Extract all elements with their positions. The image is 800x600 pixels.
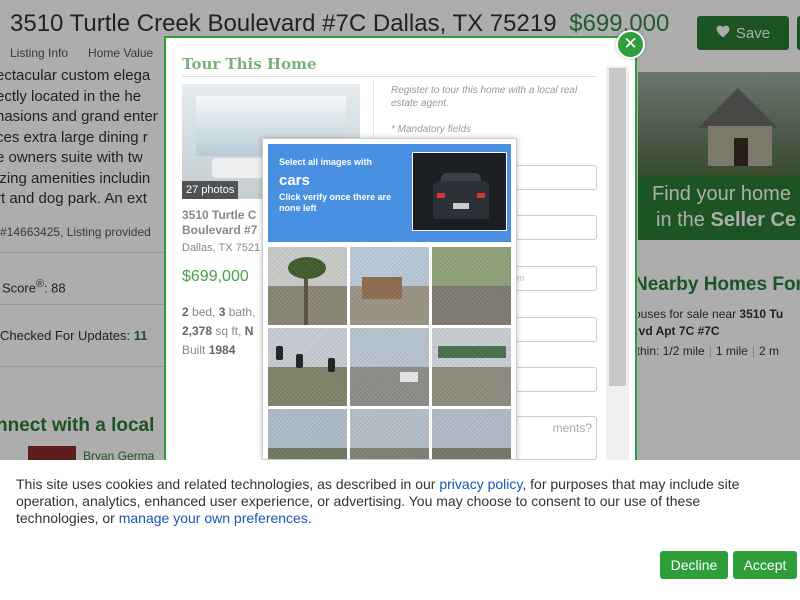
spec-beds-baths: 2 bed, 3 bath,: [182, 303, 255, 322]
tile-noise: [432, 328, 511, 406]
decline-button[interactable]: Decline: [660, 551, 728, 579]
modal-scrollbar[interactable]: [606, 66, 629, 464]
sample-taillight: [477, 193, 485, 198]
built-value: 1984: [208, 343, 236, 357]
captcha-hint: Click verify once there are none left: [279, 192, 392, 213]
cookie-banner: This site uses cookies and related techn…: [0, 460, 800, 600]
tile-noise: [268, 247, 347, 325]
sample-car: [433, 181, 489, 219]
beds-label: bed,: [188, 305, 219, 319]
tile-noise: [268, 409, 347, 459]
captcha-header: Select all images with cars Click verify…: [268, 144, 511, 242]
captcha-tile[interactable]: [268, 247, 347, 325]
modal-title-divider: [182, 76, 596, 77]
sample-plate: [453, 203, 469, 209]
spec-built: Built 1984: [182, 341, 255, 360]
tile-noise: [432, 247, 511, 325]
modal-price: $699,000: [182, 268, 249, 285]
cookie-text-3: .: [307, 510, 312, 526]
spec-sqft: 2,378 sq ft, N: [182, 322, 255, 341]
captcha-instruction: Select all images with: [279, 157, 373, 167]
modal-title: Tour This Home: [182, 55, 317, 73]
tile-noise: [432, 409, 511, 459]
modal-address-line1: 3510 Turtle C: [182, 208, 257, 222]
modal-specs: 2 bed, 3 bath, 2,378 sq ft, N Built 1984: [182, 303, 255, 360]
captcha-tile[interactable]: [350, 409, 429, 459]
accept-button[interactable]: Accept: [733, 551, 797, 579]
mandatory-note: * Mandatory fields: [391, 124, 472, 135]
sqft-value: 2,378: [182, 324, 213, 338]
cookie-text-1: This site uses cookies and related techn…: [16, 476, 440, 492]
tile-noise: [268, 328, 347, 406]
captcha-tile[interactable]: [350, 328, 429, 406]
captcha-tile[interactable]: [350, 247, 429, 325]
privacy-policy-link[interactable]: privacy policy: [439, 476, 522, 492]
scrollbar-thumb[interactable]: [609, 68, 626, 386]
captcha-tile[interactable]: [432, 409, 511, 459]
cookie-text: This site uses cookies and related techn…: [16, 476, 786, 527]
captcha-tile[interactable]: [268, 409, 347, 459]
captcha-sample-image: [412, 152, 507, 231]
sqft-label: sq ft,: [212, 324, 245, 338]
register-text: Register to tour this home with a local …: [391, 85, 578, 109]
beds-value: 2: [182, 305, 189, 319]
manage-preferences-link[interactable]: manage your own preferences: [119, 510, 308, 526]
tile-noise: [350, 409, 429, 459]
photo-count: 27 photos: [182, 181, 239, 199]
built-label: Built: [182, 343, 209, 357]
tile-noise: [350, 247, 429, 325]
modal-city: Dallas, TX 7521: [182, 242, 261, 254]
captcha-challenge: Select all images with cars Click verify…: [262, 138, 517, 460]
sqft-extra: N: [244, 324, 254, 338]
close-icon[interactable]: ✕: [616, 30, 645, 59]
captcha-tile[interactable]: [268, 328, 347, 406]
captcha-grid: [268, 247, 511, 459]
captcha-tile[interactable]: [432, 328, 511, 406]
modal-address: 3510 Turtle C Boulevard #7: [182, 208, 272, 238]
modal-address-line2: Boulevard #7: [182, 223, 258, 237]
baths-label: bath,: [225, 305, 256, 319]
captcha-target: cars: [279, 172, 310, 189]
captcha-tile[interactable]: [432, 247, 511, 325]
sample-taillight: [437, 193, 445, 198]
tile-noise: [350, 328, 429, 406]
